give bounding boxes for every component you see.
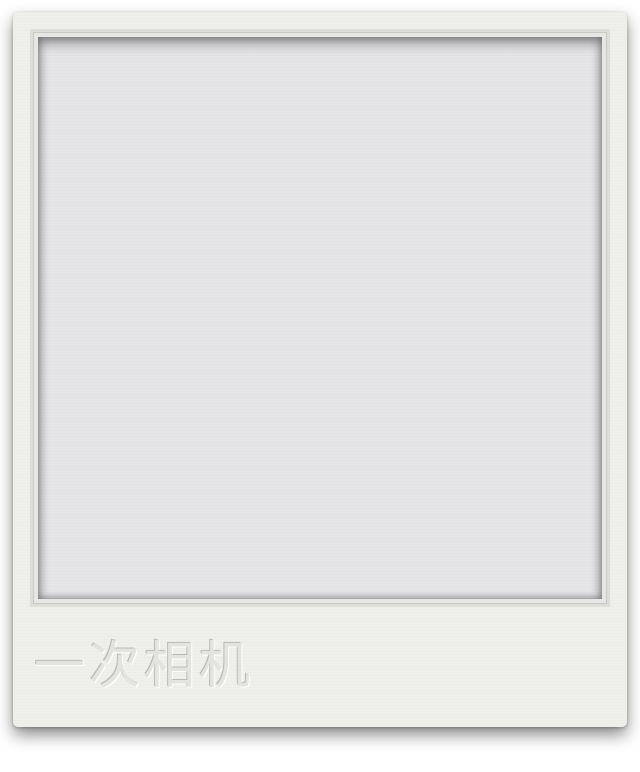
polaroid-card: 一次相机 bbox=[13, 12, 627, 727]
photo-frame bbox=[33, 32, 607, 604]
photo-placeholder[interactable] bbox=[38, 37, 602, 599]
caption-text: 一次相机 bbox=[34, 637, 255, 696]
